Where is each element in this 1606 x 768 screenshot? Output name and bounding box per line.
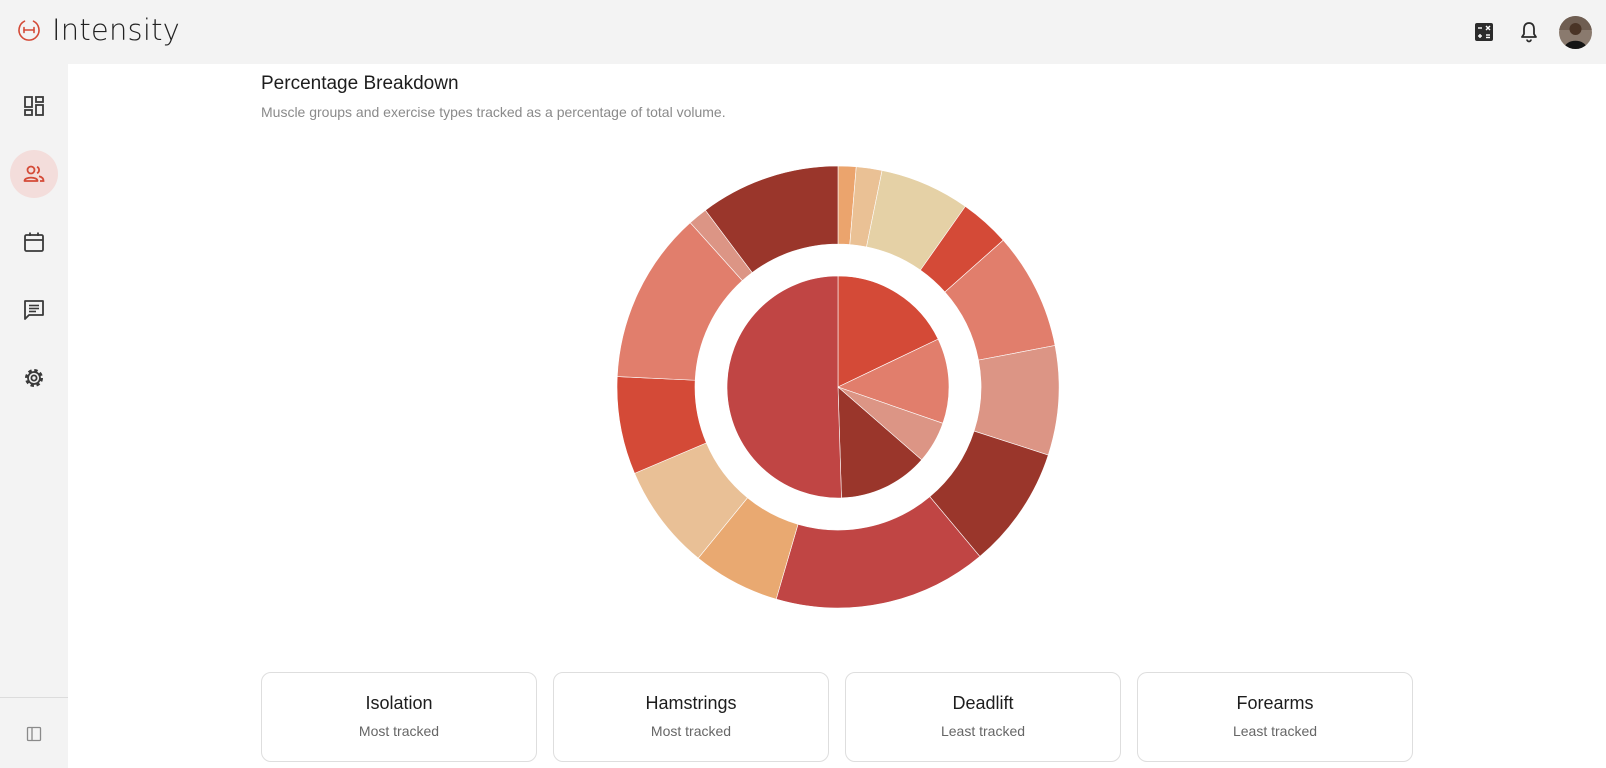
sidebar xyxy=(0,64,68,768)
users-icon xyxy=(23,165,45,182)
top-bar: Intensity xyxy=(0,0,1606,64)
stat-card[interactable]: Isolation Most tracked xyxy=(261,672,537,762)
sidebar-toggle-icon xyxy=(26,726,42,742)
stat-card[interactable]: Hamstrings Most tracked xyxy=(553,672,829,762)
chart-svg xyxy=(616,165,1060,609)
card-title: Isolation xyxy=(365,693,433,713)
card-subtitle: Least tracked xyxy=(1232,723,1318,739)
app-name: Intensity xyxy=(52,13,181,47)
chat-icon xyxy=(24,300,44,320)
stat-card[interactable]: Deadlift Least tracked xyxy=(845,672,1121,762)
card-subtitle: Least tracked xyxy=(940,723,1026,739)
sidebar-divider xyxy=(0,697,68,698)
card-title: Forearms xyxy=(1236,693,1314,713)
avatar-image xyxy=(1559,15,1592,49)
stat-card[interactable]: Forearms Least tracked xyxy=(1137,672,1413,762)
sidebar-item-settings[interactable] xyxy=(10,354,58,402)
card-subtitle: Most tracked xyxy=(358,723,440,739)
section-title: Percentage Breakdown xyxy=(261,73,459,94)
avatar[interactable] xyxy=(1559,15,1592,49)
brand[interactable]: Intensity xyxy=(16,12,180,48)
card-title: Deadlift xyxy=(952,693,1014,713)
section-subtitle: Muscle groups and exercise types tracked… xyxy=(261,104,726,120)
settings-icon xyxy=(25,369,43,387)
header-actions xyxy=(1457,14,1592,50)
inner-slice[interactable] xyxy=(726,275,842,499)
sidebar-toggle-button[interactable] xyxy=(20,720,48,748)
stat-cards: Isolation Most tracked Hamstrings Most t… xyxy=(261,672,1429,762)
sidebar-item-dashboard[interactable] xyxy=(10,82,58,130)
sidebar-item-messages[interactable] xyxy=(10,286,58,334)
calendar-icon xyxy=(24,232,44,252)
notifications-button[interactable] xyxy=(1511,14,1547,50)
logo-icon xyxy=(18,20,40,41)
card-title: Hamstrings xyxy=(645,693,737,713)
card-subtitle: Most tracked xyxy=(650,723,732,739)
sidebar-item-users[interactable] xyxy=(10,150,58,198)
sidebar-item-calendar[interactable] xyxy=(10,218,58,266)
sunburst-chart xyxy=(608,157,1068,617)
dashboard-icon xyxy=(24,96,44,116)
calculator-icon xyxy=(1475,23,1493,41)
bell-icon xyxy=(1521,22,1537,43)
main-content: Percentage Breakdown Muscle groups and e… xyxy=(68,64,1606,768)
calculator-button[interactable] xyxy=(1466,14,1502,50)
